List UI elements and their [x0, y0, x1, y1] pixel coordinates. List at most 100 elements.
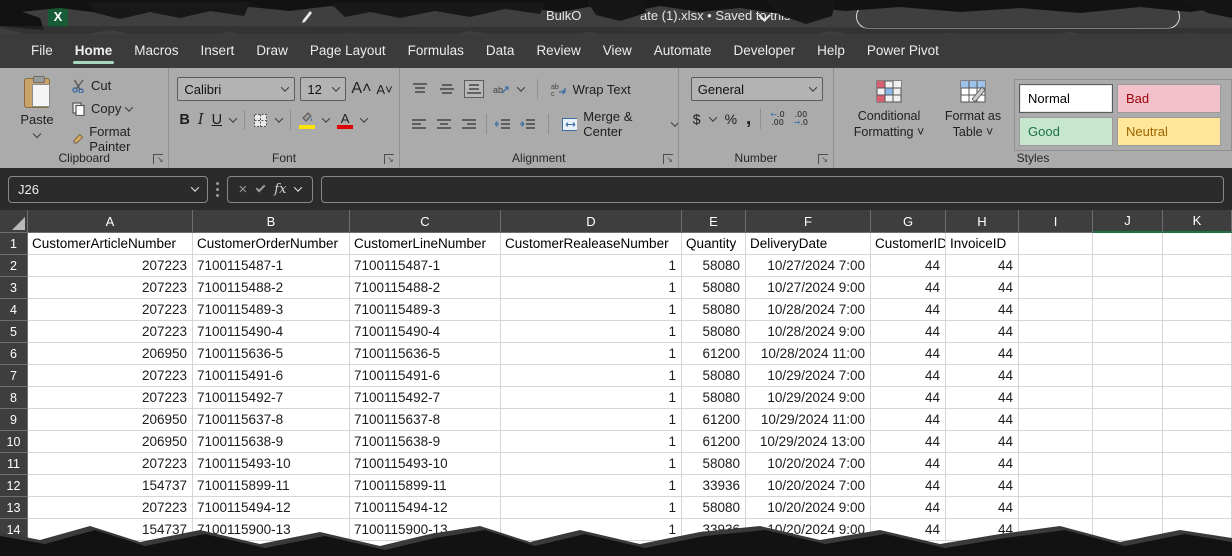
cell-F7[interactable]: 10/29/2024 7:00 [746, 365, 871, 387]
column-header-E[interactable]: E [682, 210, 746, 233]
cancel-icon[interactable]: × [239, 181, 248, 198]
column-header-I[interactable]: I [1019, 210, 1093, 233]
cell-F6[interactable]: 10/28/2024 11:00 [746, 343, 871, 365]
cell-C14[interactable]: 7100115900-13 [350, 519, 501, 541]
column-header-H[interactable]: H [946, 210, 1019, 233]
row-header-7[interactable]: 7 [0, 365, 28, 387]
cell-H5[interactable]: 44 [946, 321, 1019, 343]
tab-automate[interactable]: Automate [643, 35, 723, 67]
cell-K7[interactable] [1163, 365, 1232, 387]
cell-F11[interactable]: 10/20/2024 7:00 [746, 453, 871, 475]
cell-E7[interactable]: 58080 [682, 365, 746, 387]
copy-chevron-icon[interactable] [125, 103, 133, 111]
cell-K4[interactable] [1163, 299, 1232, 321]
cell-B8[interactable]: 7100115492-7 [193, 387, 350, 409]
cut-button[interactable]: Cut [68, 76, 168, 95]
cell-H9[interactable]: 44 [946, 409, 1019, 431]
cell-E9[interactable]: 61200 [682, 409, 746, 431]
tab-macros[interactable]: Macros [123, 35, 189, 67]
cell-A3[interactable]: 207223 [28, 277, 193, 299]
underline-button[interactable]: U [212, 112, 222, 128]
enter-check-icon[interactable] [256, 183, 266, 193]
cell-H12[interactable]: 44 [946, 475, 1019, 497]
cell-K9[interactable] [1163, 409, 1232, 431]
cell-J14[interactable] [1093, 519, 1163, 541]
tab-help[interactable]: Help [806, 35, 856, 67]
cell-K11[interactable] [1163, 453, 1232, 475]
font-color-chevron-icon[interactable] [360, 114, 368, 122]
cell-K10[interactable] [1163, 431, 1232, 453]
cell-E2[interactable]: 58080 [682, 255, 746, 277]
cell-style-good[interactable]: Good [1019, 117, 1113, 146]
number-format-select[interactable]: General [691, 77, 823, 101]
cell-B5[interactable]: 7100115490-4 [193, 321, 350, 343]
cell-D5[interactable]: 1 [501, 321, 682, 343]
cell-J2[interactable] [1093, 255, 1163, 277]
format-as-table-button[interactable]: Format as Table ˅ [938, 79, 1008, 151]
cell-H2[interactable]: 44 [946, 255, 1019, 277]
cell-D1[interactable]: CustomerRealeaseNumber [501, 233, 682, 255]
column-header-A[interactable]: A [28, 210, 193, 233]
cell-K13[interactable] [1163, 497, 1232, 519]
cell-H10[interactable]: 44 [946, 431, 1019, 453]
cell-D10[interactable]: 1 [501, 431, 682, 453]
cell-H6[interactable]: 44 [946, 343, 1019, 365]
row-header-10[interactable]: 10 [0, 431, 28, 453]
cell-B12[interactable]: 7100115899-11 [193, 475, 350, 497]
number-dialog-launcher-icon[interactable]: ↘ [818, 154, 828, 164]
cell-B14[interactable]: 7100115900-13 [193, 519, 350, 541]
cell-I10[interactable] [1019, 431, 1093, 453]
cell-F1[interactable]: DeliveryDate [746, 233, 871, 255]
tab-data[interactable]: Data [475, 35, 526, 67]
cell-D11[interactable]: 1 [501, 453, 682, 475]
cell-A7[interactable]: 207223 [28, 365, 193, 387]
cell-J9[interactable] [1093, 409, 1163, 431]
alignment-dialog-launcher-icon[interactable]: ↘ [663, 154, 673, 164]
row-header-13[interactable]: 13 [0, 497, 28, 519]
align-center-button[interactable] [435, 115, 453, 133]
cell-F2[interactable]: 10/27/2024 7:00 [746, 255, 871, 277]
cell-style-bad[interactable]: Bad [1117, 84, 1221, 113]
column-header-C[interactable]: C [350, 210, 501, 233]
cell-D13[interactable]: 1 [501, 497, 682, 519]
font-dialog-launcher-icon[interactable]: ↘ [384, 154, 394, 164]
search-box[interactable] [856, 4, 1180, 29]
cell-D7[interactable]: 1 [501, 365, 682, 387]
cell-H13[interactable]: 44 [946, 497, 1019, 519]
underline-chevron-icon[interactable] [229, 114, 237, 122]
align-right-button[interactable] [460, 115, 478, 133]
cell-G6[interactable]: 44 [871, 343, 946, 365]
align-left-button[interactable] [410, 115, 428, 133]
cell-E4[interactable]: 58080 [682, 299, 746, 321]
cell-J4[interactable] [1093, 299, 1163, 321]
cell-I3[interactable] [1019, 277, 1093, 299]
name-box-resize-handle[interactable] [216, 182, 219, 197]
increase-decimal-button[interactable]: ←.0.00 [770, 111, 784, 127]
cell-K14[interactable] [1163, 519, 1232, 541]
cell-J11[interactable] [1093, 453, 1163, 475]
row-header-5[interactable]: 5 [0, 321, 28, 343]
tab-insert[interactable]: Insert [190, 35, 246, 67]
fill-color-button[interactable] [299, 111, 315, 129]
cell-A12[interactable]: 154737 [28, 475, 193, 497]
cell-F8[interactable]: 10/29/2024 9:00 [746, 387, 871, 409]
cell-C13[interactable]: 7100115494-12 [350, 497, 501, 519]
cell-F12[interactable]: 10/20/2024 7:00 [746, 475, 871, 497]
cell-K3[interactable] [1163, 277, 1232, 299]
cell-H14[interactable]: 44 [946, 519, 1019, 541]
tab-review[interactable]: Review [525, 35, 591, 67]
cell-B13[interactable]: 7100115494-12 [193, 497, 350, 519]
tab-view[interactable]: View [592, 35, 643, 67]
row-header-3[interactable]: 3 [0, 277, 28, 299]
cell-B3[interactable]: 7100115488-2 [193, 277, 350, 299]
cell-H11[interactable]: 44 [946, 453, 1019, 475]
font-size-select[interactable]: 12 [300, 77, 346, 101]
cell-A13[interactable]: 207223 [28, 497, 193, 519]
cell-C12[interactable]: 7100115899-11 [350, 475, 501, 497]
cell-D4[interactable]: 1 [501, 299, 682, 321]
cell-G2[interactable]: 44 [871, 255, 946, 277]
cell-I12[interactable] [1019, 475, 1093, 497]
cell-D9[interactable]: 1 [501, 409, 682, 431]
cell-G8[interactable]: 44 [871, 387, 946, 409]
fx-chevron-icon[interactable] [294, 183, 302, 191]
